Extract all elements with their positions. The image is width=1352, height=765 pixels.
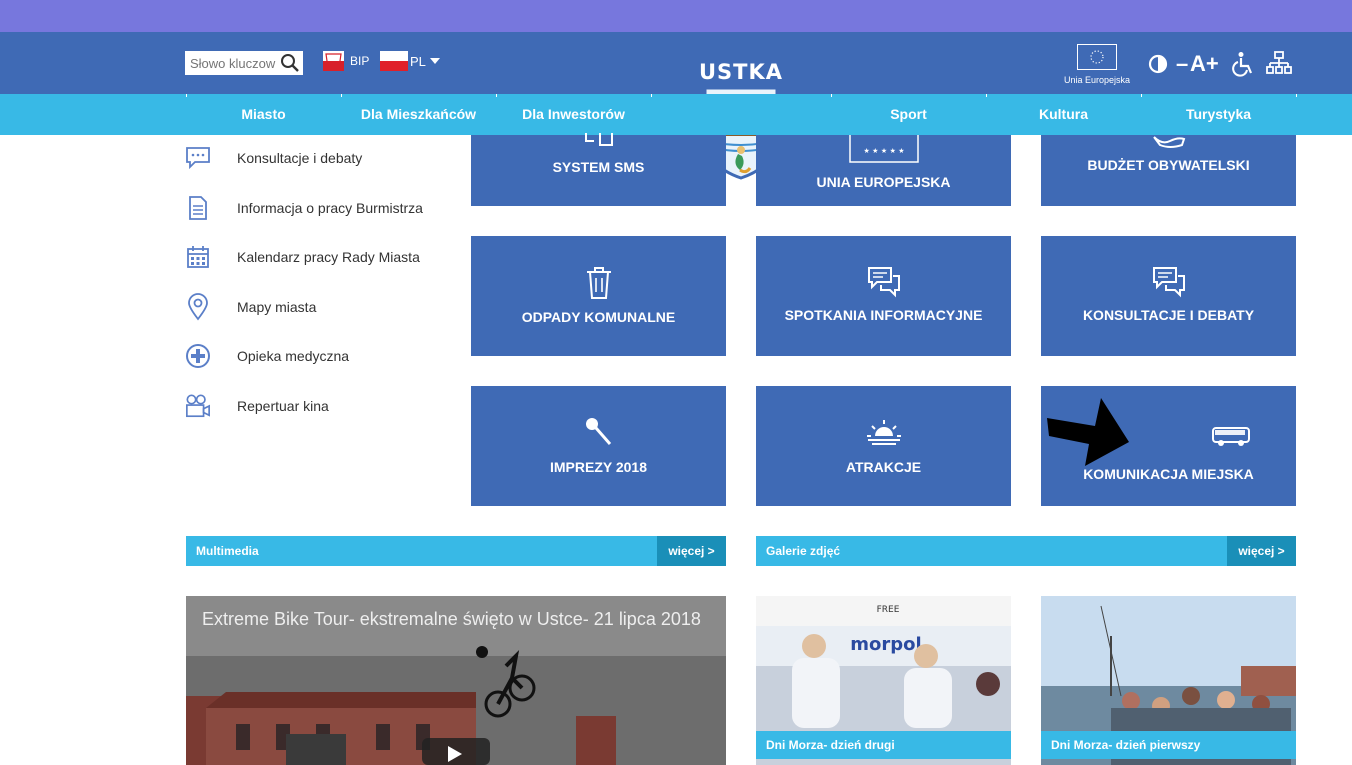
multimedia-section-bar: Multimedia więcej > (186, 536, 726, 566)
language-label[interactable]: PL (410, 54, 426, 69)
video-player[interactable]: Extreme Bike Tour- ekstremalne święto w … (186, 596, 726, 765)
multimedia-more-button[interactable]: więcej > (657, 536, 726, 566)
tile-label: ATRAKCJE (845, 459, 922, 475)
svg-text:★ ★ ★ ★ ★: ★ ★ ★ ★ ★ (863, 147, 904, 155)
arrow-annotation-icon (1047, 398, 1129, 466)
tile-odpady-komunalne[interactable]: ODPADY KOMUNALNE (471, 236, 726, 356)
sidebar-item-kalendarz[interactable]: Kalendarz pracy Rady Miasta (185, 242, 420, 272)
sidebar-item-informacja[interactable]: Informacja o pracy Burmistrza (185, 193, 423, 223)
main-navigation: Miasto Dla Mieszkańców Dla Inwestorów Sp… (0, 94, 1352, 135)
contrast-icon[interactable] (1148, 50, 1176, 78)
eu-label: Unia Europejska (1063, 75, 1131, 85)
sidebar-item-konsultacje[interactable]: Konsultacje i debaty (185, 143, 362, 173)
nav-item-turystyka[interactable]: Turystyka (1141, 94, 1296, 135)
medical-cross-icon (185, 343, 211, 369)
sidebar-item-label[interactable]: Kalendarz pracy Rady Miasta (237, 249, 420, 265)
sidebar-item-repertuar[interactable]: Repertuar kina (185, 391, 329, 421)
nav-item-kultura[interactable]: Kultura (986, 94, 1141, 135)
top-strip (0, 0, 1352, 32)
sunset-icon (756, 418, 1011, 448)
poland-flag-icon (380, 51, 408, 71)
calendar-icon (185, 244, 211, 270)
chevron-down-icon[interactable] (429, 58, 440, 64)
chat-icon (185, 145, 211, 171)
sidebar-item-label[interactable]: Opieka medyczna (237, 348, 349, 364)
tile-atrakcje[interactable]: ATRAKCJE (756, 386, 1011, 506)
font-increase-button[interactable]: A+ (1190, 50, 1230, 78)
tile-label: UNIA EUROPEJSKA (816, 174, 951, 190)
bip-link[interactable]: BIP (323, 50, 369, 72)
phone-message-icon (471, 133, 726, 149)
tile-system-sms[interactable]: SYSTEM SMS (471, 133, 726, 206)
sidebar-item-opieka[interactable]: Opieka medyczna (185, 341, 349, 371)
svg-text:morpol: morpol (850, 634, 921, 655)
accessibility-tools: – A+ (1148, 50, 1296, 78)
eu-flag-icon: ★ ★ ★ ★ ★ (756, 135, 1011, 163)
sidebar-item-mapy[interactable]: Mapy miasta (185, 292, 316, 322)
bus-icon (1103, 426, 1352, 448)
bip-flag-icon (323, 51, 344, 71)
map-pin-icon (185, 293, 211, 321)
video-title[interactable]: Extreme Bike Tour- ekstremalne święto w … (202, 609, 701, 630)
tile-spotkania-informacyjne[interactable]: SPOTKANIA INFORMACYJNE (756, 236, 1011, 356)
nav-item-miasto[interactable]: Miasto (186, 94, 341, 135)
tile-imprezy-2018[interactable]: IMPREZY 2018 (471, 386, 726, 506)
gallery-caption[interactable]: Dni Morza- dzień drugi (756, 731, 1011, 759)
tile-label: BUDŻET OBYWATELSKI (1087, 157, 1250, 173)
multimedia-title: Multimedia (196, 544, 259, 558)
search-box[interactable] (185, 51, 303, 75)
wheelchair-icon[interactable] (1230, 50, 1266, 78)
gallery-item[interactable]: Dni Morza- dzień pierwszy (1041, 596, 1296, 765)
tile-budzet-obywatelski[interactable]: BUDŻET OBYWATELSKI (1041, 135, 1296, 206)
tile-label: ODPADY KOMUNALNE (521, 309, 676, 325)
sidebar-item-label[interactable]: Informacja o pracy Burmistrza (237, 200, 423, 216)
tile-label: SPOTKANIA INFORMACYJNE (784, 307, 983, 323)
logo-text: USTKA (698, 60, 784, 84)
language-selector[interactable]: PL (380, 50, 440, 72)
tile-label: KOMUNIKACJA MIEJSKA (1083, 466, 1254, 482)
nav-item-dla-mieszkancow[interactable]: Dla Mieszkańców (341, 94, 496, 135)
speech-bubbles-icon (1041, 266, 1296, 298)
gallery-more-button[interactable]: więcej > (1227, 536, 1296, 566)
sidebar-item-label[interactable]: Konsultacje i debaty (237, 150, 362, 166)
hand-icon (1041, 135, 1296, 149)
font-decrease-button[interactable]: – (1176, 50, 1190, 78)
svg-text:FREE: FREE (877, 605, 900, 615)
eu-link[interactable]: Unia Europejska (1060, 44, 1134, 90)
tile-unia-europejska[interactable]: ★ ★ ★ ★ ★ UNIA EUROPEJSKA (756, 135, 1011, 206)
gallery-item[interactable]: FREE morpol Dni Morza- dzień drugi (756, 596, 1011, 765)
nav-item-sport[interactable]: Sport (831, 94, 986, 135)
document-icon (185, 195, 211, 221)
tile-label: KONSULTACJE I DEBATY (1082, 307, 1255, 323)
tile-label: SYSTEM SMS (552, 159, 645, 175)
gallery-caption[interactable]: Dni Morza- dzień pierwszy (1041, 731, 1296, 759)
gallery-section-bar: Galerie zdjęć więcej > (756, 536, 1296, 566)
sitemap-icon[interactable] (1266, 50, 1296, 78)
search-icon[interactable] (280, 53, 300, 73)
gallery-title: Galerie zdjęć (766, 544, 841, 558)
eu-flag-icon (1077, 44, 1117, 70)
sidebar-item-label[interactable]: Repertuar kina (237, 398, 329, 414)
tile-label: IMPREZY 2018 (549, 459, 647, 475)
speech-bubbles-icon (756, 266, 1011, 298)
trash-icon (471, 266, 726, 300)
search-input[interactable] (186, 52, 284, 74)
nav-item-dla-inwestorow[interactable]: Dla Inwestorów (496, 94, 651, 135)
video-camera-icon (185, 393, 211, 419)
tile-konsultacje-i-debaty[interactable]: KONSULTACJE I DEBATY (1041, 236, 1296, 356)
microphone-icon (471, 416, 726, 448)
sidebar-item-label[interactable]: Mapy miasta (237, 299, 316, 315)
bip-label[interactable]: BIP (350, 54, 369, 68)
